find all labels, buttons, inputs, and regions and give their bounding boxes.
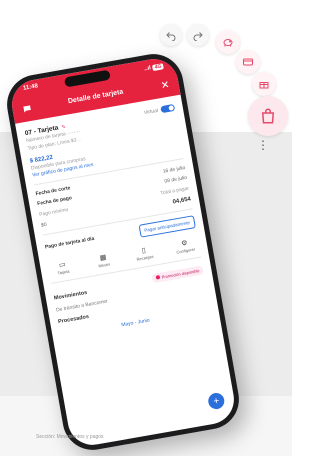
signal-icon: ..ıl	[143, 65, 152, 73]
gift-icon	[259, 82, 269, 89]
minimum-payment-value: $0	[40, 221, 48, 229]
close-icon[interactable]	[158, 77, 172, 91]
fab-button[interactable]: +	[207, 391, 226, 411]
more-vertical-icon[interactable]: ⋮	[256, 135, 270, 155]
chip-dot-icon	[155, 275, 160, 280]
undo-icon	[166, 32, 176, 41]
shopping-bag-icon	[261, 108, 275, 124]
card-icon	[243, 58, 253, 66]
quick-action-recharge[interactable]: ▯ Recargas	[129, 243, 159, 263]
payment-status: Pago de tarjeta al día	[44, 235, 95, 251]
quick-action-card[interactable]: ▭ Tarjeta	[48, 257, 78, 277]
battery-icon: 4G	[152, 63, 164, 71]
redo-button[interactable]	[187, 24, 209, 46]
quick-action-months[interactable]: ▦ Meses	[88, 250, 118, 270]
footer-note: Sección: Movimientos y pagos	[36, 434, 104, 440]
card-detail-content: 07 - Tarjeta ✎ Virtual Número de tarjeta…	[15, 95, 220, 347]
undo-button[interactable]	[160, 24, 182, 46]
shopping-tool-button[interactable]	[248, 96, 288, 136]
total-value: 04,654	[172, 196, 192, 206]
screen-title: Detalle de tarjeta	[67, 88, 124, 105]
minimum-payment-label: Pago mínimo	[38, 206, 69, 218]
cut-date-value: 16 de julio	[162, 164, 186, 175]
card-tool-button[interactable]	[236, 50, 260, 74]
chat-icon[interactable]	[20, 102, 34, 116]
gift-tool-button[interactable]	[252, 72, 276, 96]
promo-chip-label: Promoción disponible	[161, 267, 200, 280]
status-time: 11:48	[22, 83, 39, 92]
movements-title: Movimientos	[53, 289, 88, 302]
pay-early-button[interactable]: Pagar anticipadamente	[138, 215, 196, 238]
quick-action-settings[interactable]: ⚙ Configurar	[170, 236, 200, 256]
savings-tool-button[interactable]	[216, 30, 240, 54]
pay-date-value: 08 de julio	[164, 174, 188, 185]
promo-chip[interactable]: Promoción disponible	[150, 264, 205, 283]
redo-icon	[193, 32, 203, 41]
total-label: Total a pagar	[159, 185, 190, 197]
status-icons: ..ıl 4G	[143, 61, 164, 74]
pig-icon	[223, 39, 233, 47]
